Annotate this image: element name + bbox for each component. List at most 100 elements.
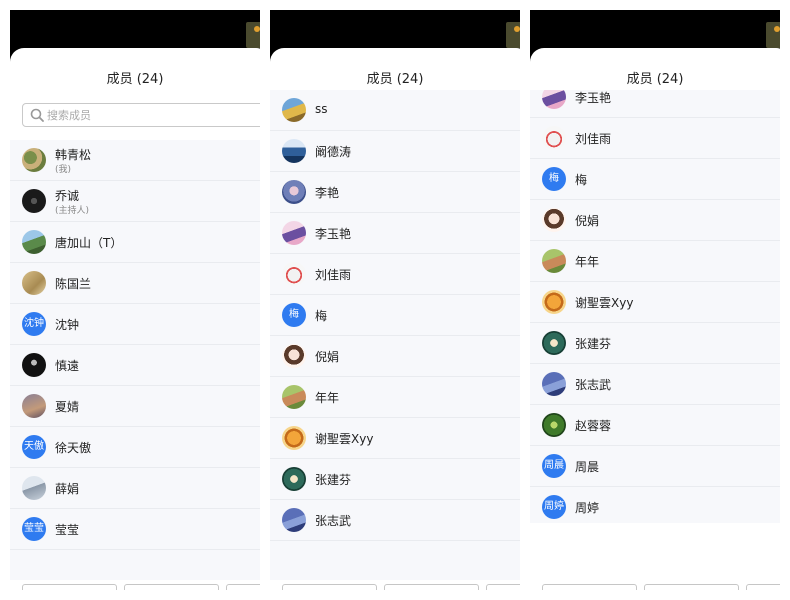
- status-dot: [514, 26, 520, 32]
- member-name: 周晨: [575, 460, 600, 474]
- member-row[interactable]: 刘佳雨: [270, 254, 520, 295]
- avatar: [22, 189, 46, 213]
- member-name: 张志武: [315, 514, 352, 528]
- member-name: 莹莹: [55, 523, 80, 537]
- member-row[interactable]: 李玉艳: [270, 213, 520, 254]
- member-row[interactable]: 张建芬: [530, 323, 780, 364]
- member-role: (主持人): [55, 206, 90, 216]
- third-button[interactable]: 解: [486, 584, 520, 590]
- member-name: 李艳: [315, 186, 340, 200]
- status-bar-element: [246, 22, 260, 48]
- member-row[interactable]: ss: [270, 90, 520, 131]
- member-row[interactable]: 乔诚 (主持人): [10, 181, 260, 222]
- member-name: 张建芬: [315, 473, 352, 487]
- member-row[interactable]: 谢聖雲Xyy: [530, 282, 780, 323]
- page-title: 成员 (24): [626, 72, 684, 87]
- member-row[interactable]: 梅梅: [270, 295, 520, 336]
- member-name: 夏婧: [55, 400, 80, 414]
- member-name: 倪娟: [575, 214, 600, 228]
- avatar: [282, 180, 306, 204]
- member-row[interactable]: 周婷 周婷: [530, 487, 780, 523]
- member-sheet: 成员 (24) 韩青松 (我) 乔诚 (主持人) 唐加山（T） 陈国兰沈钟沈钟慎遠夏婧天傲…: [10, 48, 260, 590]
- member-row[interactable]: 倪娟: [270, 336, 520, 377]
- member-row[interactable]: 李艳: [270, 172, 520, 213]
- member-row[interactable]: 韩青松 (我): [10, 140, 260, 181]
- member-list[interactable]: 李玉艳 刘佳雨梅梅倪娟 年年 谢聖雲Xyy 张建芬 张志武 赵蓉蓉 周晨 周晨 周婷 周婷: [530, 90, 780, 523]
- rename-button[interactable]: 改名: [644, 584, 739, 590]
- avatar-initials: 周晨: [542, 454, 566, 478]
- member-name: ss: [315, 102, 328, 116]
- rename-button[interactable]: 改名: [124, 584, 219, 590]
- avatar: [542, 413, 566, 437]
- member-row[interactable]: 李玉艳: [530, 90, 780, 118]
- member-row[interactable]: 慎遠: [10, 345, 260, 386]
- invite-button[interactable]: 邀请: [22, 584, 117, 590]
- page-title: 成员 (24): [106, 72, 164, 87]
- member-row[interactable]: 莹莹 莹莹: [10, 509, 260, 550]
- avatar: [282, 508, 306, 532]
- member-panel-2: 成员 (24) ss 阚德涛 李艳 李玉艳 刘佳雨梅梅倪娟 年年 谢聖雲Xyy 张建芬 张志武 …: [270, 10, 520, 590]
- member-name: 周婷: [575, 501, 600, 515]
- status-dot: [254, 26, 260, 32]
- member-row[interactable]: 年年: [270, 377, 520, 418]
- member-row[interactable]: 夏婧: [10, 386, 260, 427]
- member-row[interactable]: 倪娟: [530, 200, 780, 241]
- member-row[interactable]: 沈钟 沈钟: [10, 304, 260, 345]
- action-buttons: 邀请 改名 解: [282, 584, 520, 590]
- member-row[interactable]: 薛娟: [10, 468, 260, 509]
- search-input[interactable]: [47, 105, 247, 125]
- avatar: [282, 98, 306, 122]
- member-name: 李玉艳: [315, 227, 352, 241]
- member-row[interactable]: 阚德涛: [270, 131, 520, 172]
- avatar: [542, 331, 566, 355]
- avatar: [542, 126, 566, 150]
- avatar: [282, 385, 306, 409]
- member-name: 慎遠: [55, 359, 80, 373]
- member-list[interactable]: 韩青松 (我) 乔诚 (主持人) 唐加山（T） 陈国兰 沈钟 沈钟 慎遠 夏婧 天傲 徐天傲 薛娟 莹莹莹…: [10, 140, 260, 580]
- third-button[interactable]: 解: [226, 584, 260, 590]
- member-name: 梅: [575, 173, 588, 187]
- member-row[interactable]: 刘佳雨: [530, 118, 780, 159]
- status-dot: [774, 26, 780, 32]
- member-name: 沈钟: [55, 318, 80, 332]
- member-sheet: 成员 (24) ss 阚德涛 李艳 李玉艳 刘佳雨梅梅倪娟 年年 谢聖雲Xyy 张建芬 张志武 …: [270, 48, 520, 590]
- member-name: 徐天傲: [55, 441, 92, 455]
- avatar: [282, 426, 306, 450]
- member-row[interactable]: 陈国兰: [10, 263, 260, 304]
- member-row[interactable]: 梅梅: [530, 159, 780, 200]
- member-name: 韩青松: [55, 148, 92, 162]
- invite-button[interactable]: 邀请: [282, 584, 377, 590]
- member-name: 刘佳雨: [575, 132, 612, 146]
- member-name: 李玉艳: [575, 91, 612, 105]
- member-name: 乔诚: [55, 189, 80, 203]
- rename-button[interactable]: 改名: [384, 584, 479, 590]
- member-row[interactable]: 张志武: [270, 500, 520, 541]
- member-row[interactable]: 年年: [530, 241, 780, 282]
- avatar: [542, 290, 566, 314]
- member-row[interactable]: 张建芬: [270, 459, 520, 500]
- member-row[interactable]: 赵蓉蓉: [530, 405, 780, 446]
- invite-button[interactable]: 邀请: [542, 584, 637, 590]
- avatar: [22, 148, 46, 172]
- avatar: [22, 476, 46, 500]
- avatar: [22, 394, 46, 418]
- third-button[interactable]: 解: [746, 584, 780, 590]
- member-row[interactable]: 周晨 周晨: [530, 446, 780, 487]
- member-name: 唐加山（T）: [55, 236, 123, 250]
- member-name: 谢聖雲Xyy: [575, 296, 634, 310]
- action-buttons: 邀请 改名 解: [22, 584, 260, 590]
- member-row[interactable]: 天傲 徐天傲: [10, 427, 260, 468]
- member-row[interactable]: 谢聖雲Xyy: [270, 418, 520, 459]
- member-list[interactable]: ss 阚德涛李艳李玉艳刘佳雨梅梅倪娟年年 谢聖雲Xyy 张建芬张志武: [270, 90, 520, 580]
- member-name: 倪娟: [315, 350, 340, 364]
- action-buttons: 邀请 改名 解: [542, 584, 780, 590]
- member-row[interactable]: 唐加山（T）: [10, 222, 260, 263]
- avatar-initials: 沈钟: [22, 312, 46, 336]
- member-row[interactable]: 张志武: [530, 364, 780, 405]
- member-name: 陈国兰: [55, 277, 92, 291]
- status-bar-element: [766, 22, 780, 48]
- search-field[interactable]: [22, 103, 260, 127]
- avatar: [542, 208, 566, 232]
- member-panel-3: 成员 (24) 李玉艳 刘佳雨梅梅倪娟 年年 谢聖雲Xyy 张建芬 张志武 赵蓉蓉 周晨 周晨周…: [530, 10, 780, 590]
- avatar: [542, 90, 566, 109]
